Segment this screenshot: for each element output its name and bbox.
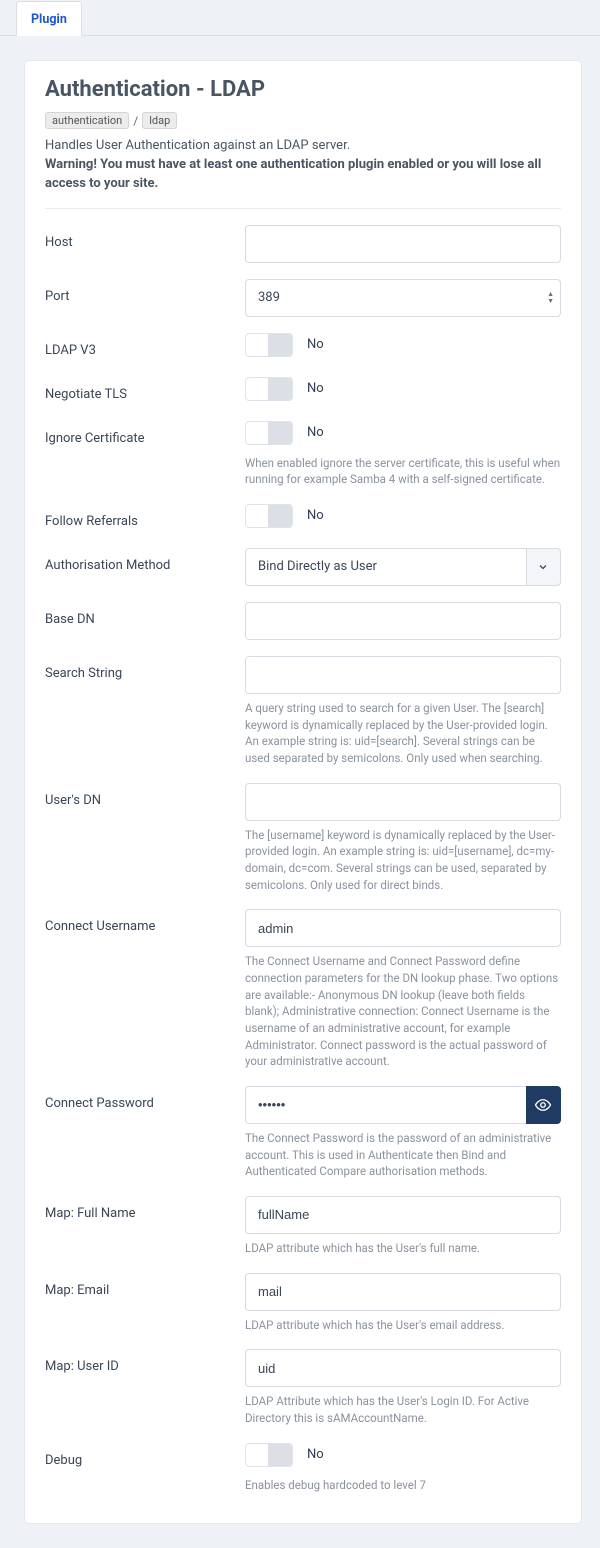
- label-ignore-cert: Ignore Certificate: [45, 421, 245, 446]
- users-dn-input[interactable]: [245, 783, 561, 821]
- follow-referrals-toggle[interactable]: [245, 504, 293, 528]
- panel: Authentication - LDAP authentication / l…: [24, 60, 582, 1524]
- label-map-email: Map: Email: [45, 1273, 245, 1298]
- field-map-fullname: Map: Full Name LDAP attribute which has …: [45, 1186, 561, 1263]
- port-value: 389: [258, 290, 280, 305]
- label-port: Port: [45, 279, 245, 304]
- field-base-dn: Base DN: [45, 592, 561, 646]
- search-string-input[interactable]: [245, 656, 561, 694]
- field-tls: Negotiate TLS No: [45, 367, 561, 411]
- map-uid-help: LDAP Attribute which has the User's Logi…: [245, 1393, 561, 1426]
- debug-toggle[interactable]: [245, 1443, 293, 1467]
- field-users-dn: User's DN The [username] keyword is dyna…: [45, 773, 561, 900]
- field-search-string: Search String A query string used to sea…: [45, 646, 561, 773]
- connect-password-input[interactable]: [245, 1086, 526, 1124]
- field-port: Port 389 ▲▼: [45, 269, 561, 323]
- auth-method-value: Bind Directly as User: [258, 559, 377, 574]
- chevron-down-icon[interactable]: [526, 548, 561, 586]
- tls-toggle[interactable]: [245, 377, 293, 401]
- search-string-help: A query string used to search for a give…: [245, 700, 561, 767]
- field-follow-referrals: Follow Referrals No: [45, 494, 561, 538]
- connect-password-help: The Connect Password is the password of …: [245, 1130, 561, 1180]
- ignore-cert-help: When enabled ignore the server certifica…: [245, 455, 561, 488]
- label-connect-password: Connect Password: [45, 1086, 245, 1111]
- connect-username-input[interactable]: [245, 909, 561, 947]
- panel-wrap: Authentication - LDAP authentication / l…: [0, 36, 600, 1548]
- tab-bar: Plugin: [0, 0, 600, 36]
- label-map-uid: Map: User ID: [45, 1349, 245, 1374]
- debug-state: No: [307, 1447, 324, 1462]
- field-map-uid: Map: User ID LDAP Attribute which has th…: [45, 1339, 561, 1432]
- field-connect-username: Connect Username The Connect Username an…: [45, 899, 561, 1076]
- label-auth-method: Authorisation Method: [45, 548, 245, 573]
- map-uid-input[interactable]: [245, 1349, 561, 1387]
- plugin-description: Handles User Authentication against an L…: [45, 137, 561, 194]
- divider: [45, 208, 561, 209]
- label-connect-username: Connect Username: [45, 909, 245, 934]
- breadcrumb: authentication / ldap: [45, 112, 561, 129]
- ldapv3-toggle[interactable]: [245, 333, 293, 357]
- field-ldapv3: LDAP V3 No: [45, 323, 561, 367]
- auth-method-select[interactable]: Bind Directly as User: [245, 548, 561, 586]
- label-users-dn: User's DN: [45, 783, 245, 808]
- label-search-string: Search String: [45, 656, 245, 681]
- breadcrumb-separator: /: [133, 114, 138, 128]
- map-fullname-help: LDAP attribute which has the User's full…: [245, 1240, 561, 1257]
- tls-state: No: [307, 381, 324, 396]
- field-map-email: Map: Email LDAP attribute which has the …: [45, 1263, 561, 1340]
- ldapv3-state: No: [307, 337, 324, 352]
- label-ldapv3: LDAP V3: [45, 333, 245, 358]
- field-auth-method: Authorisation Method Bind Directly as Us…: [45, 538, 561, 592]
- description-text: Handles User Authentication against an L…: [45, 138, 350, 153]
- field-ignore-cert: Ignore Certificate No When enabled ignor…: [45, 411, 561, 494]
- breadcrumb-chip-2[interactable]: ldap: [142, 112, 177, 129]
- map-email-input[interactable]: [245, 1273, 561, 1311]
- host-input[interactable]: [245, 225, 561, 263]
- field-host: Host: [45, 215, 561, 269]
- breadcrumb-chip-1[interactable]: authentication: [45, 112, 129, 129]
- label-base-dn: Base DN: [45, 602, 245, 627]
- label-debug: Debug: [45, 1443, 245, 1468]
- field-debug: Debug No Enables debug hardcoded to leve…: [45, 1433, 561, 1500]
- debug-help: Enables debug hardcoded to level 7: [245, 1477, 561, 1494]
- port-input[interactable]: 389 ▲▼: [245, 279, 561, 317]
- page-title: Authentication - LDAP: [45, 77, 561, 102]
- label-tls: Negotiate TLS: [45, 377, 245, 402]
- users-dn-help: The [username] keyword is dynamically re…: [245, 827, 561, 894]
- eye-icon: [534, 1096, 552, 1114]
- label-map-fullname: Map: Full Name: [45, 1196, 245, 1221]
- base-dn-input[interactable]: [245, 602, 561, 640]
- field-connect-password: Connect Password The Connect Password is…: [45, 1076, 561, 1186]
- number-spinner-icon[interactable]: ▲▼: [547, 291, 554, 304]
- label-host: Host: [45, 225, 245, 250]
- connect-username-help: The Connect Username and Connect Passwor…: [245, 953, 561, 1070]
- map-fullname-input[interactable]: [245, 1196, 561, 1234]
- ignore-cert-state: No: [307, 425, 324, 440]
- ignore-cert-toggle[interactable]: [245, 421, 293, 445]
- tab-plugin[interactable]: Plugin: [16, 1, 82, 36]
- map-email-help: LDAP attribute which has the User's emai…: [245, 1317, 561, 1334]
- follow-referrals-state: No: [307, 508, 324, 523]
- label-follow-referrals: Follow Referrals: [45, 504, 245, 529]
- show-password-button[interactable]: [526, 1086, 561, 1124]
- warning-text: Warning! You must have at least one auth…: [45, 157, 541, 191]
